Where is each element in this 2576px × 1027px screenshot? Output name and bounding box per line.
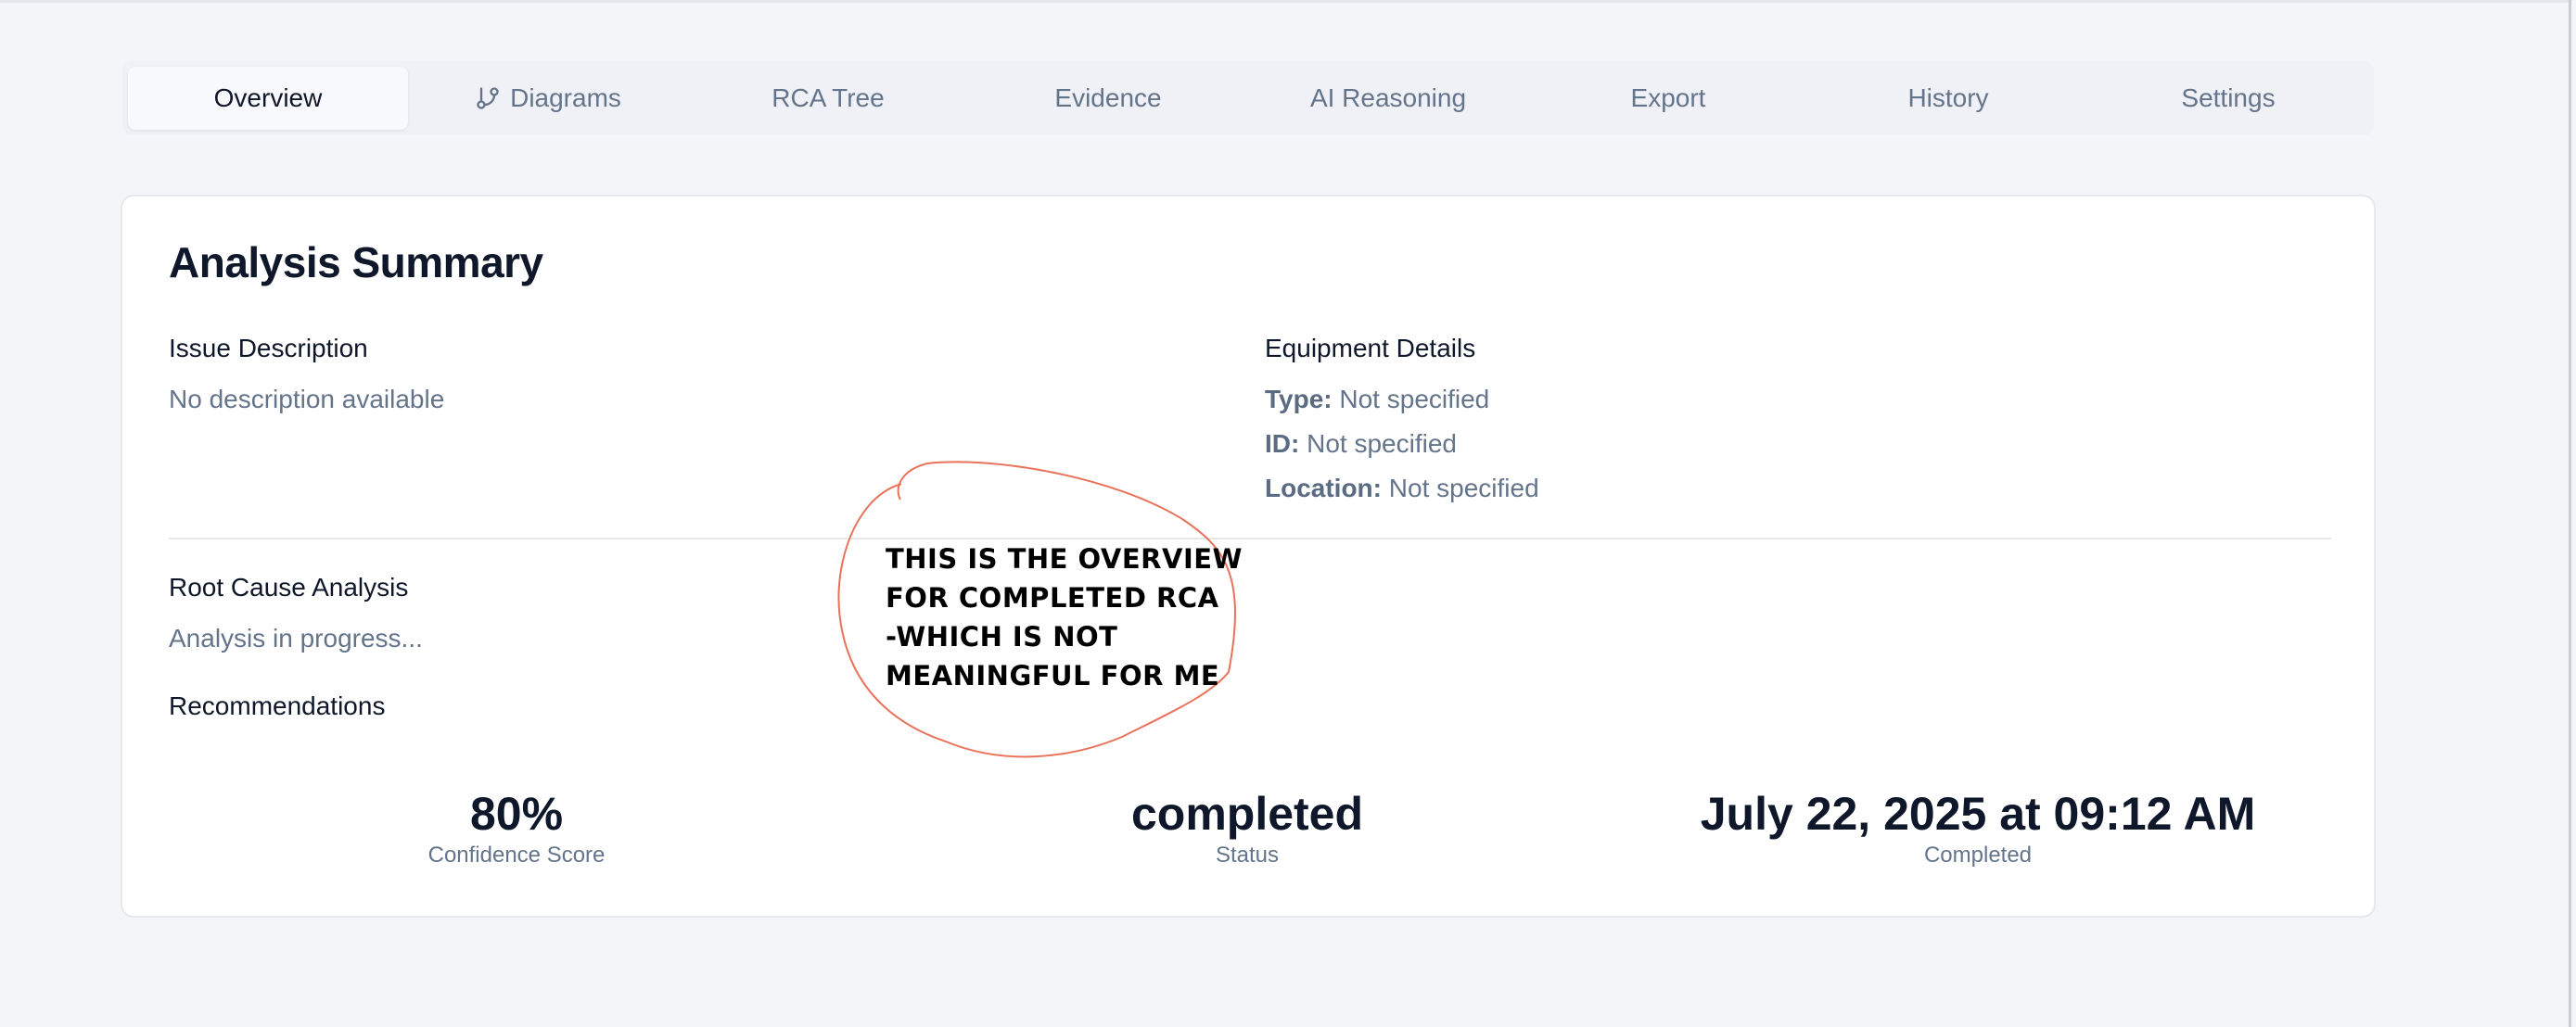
window-top-border [0, 0, 2576, 3]
tab-overview-label: Overview [213, 83, 323, 112]
equipment-details-label: Equipment Details [1265, 334, 1476, 362]
status-value: completed [1130, 788, 1364, 840]
tab-ai-reasoning[interactable]: AI Reasoning [1248, 67, 1528, 130]
issue-description-label: Issue Description [169, 334, 368, 362]
card-title: Analysis Summary [169, 238, 543, 286]
recommendations-label: Recommendations [169, 691, 386, 720]
issue-description-value: No description available [169, 385, 445, 413]
status-label: Status [1215, 843, 1280, 868]
confidence-stat: 80% Confidence Score [146, 786, 887, 869]
root-cause-value: Analysis in progress... [169, 624, 423, 653]
tab-evidence[interactable]: Evidence [968, 67, 1248, 130]
tab-bar: Overview Diagrams RCA Tree Evidence AI R… [122, 61, 2374, 135]
scrollbar-edge [2569, 0, 2571, 1027]
tab-history[interactable]: History [1808, 67, 2088, 130]
tab-export[interactable]: Export [1528, 67, 1808, 130]
confidence-score-label: Confidence Score [427, 843, 606, 868]
completed-stat: July 22, 2025 at 09:12 AM Completed [1607, 786, 2349, 869]
git-branch-icon [475, 85, 501, 111]
equipment-type-key: Type: [1265, 385, 1333, 413]
tab-rca-tree[interactable]: RCA Tree [688, 67, 968, 130]
tab-diagrams[interactable]: Diagrams [408, 67, 688, 130]
tab-evidence-label: Evidence [1054, 83, 1162, 112]
completed-label: Completed [1923, 843, 2033, 868]
equipment-location-value: Not specified [1388, 474, 1539, 502]
status-stat: completed Status [876, 786, 1618, 869]
tab-export-label: Export [1630, 83, 1706, 112]
tab-overview[interactable]: Overview [128, 67, 408, 130]
confidence-score-value: 80% [469, 788, 564, 840]
annotation-note: THIS IS THE OVERVIEW FOR COMPLETED RCA -… [886, 543, 1243, 691]
root-cause-label: Root Cause Analysis [169, 573, 409, 602]
tab-settings-label: Settings [2181, 83, 2276, 112]
equipment-type-value: Not specified [1339, 385, 1490, 413]
tab-diagrams-label: Diagrams [510, 83, 621, 112]
equipment-type: Type: Not specified [1265, 385, 1489, 414]
completed-date-value: July 22, 2025 at 09:12 AM [1700, 788, 2256, 840]
tab-rca-tree-label: RCA Tree [772, 83, 885, 112]
tab-history-label: History [1907, 83, 1989, 112]
tab-ai-reasoning-label: AI Reasoning [1309, 83, 1467, 112]
tab-settings[interactable]: Settings [2088, 67, 2368, 130]
